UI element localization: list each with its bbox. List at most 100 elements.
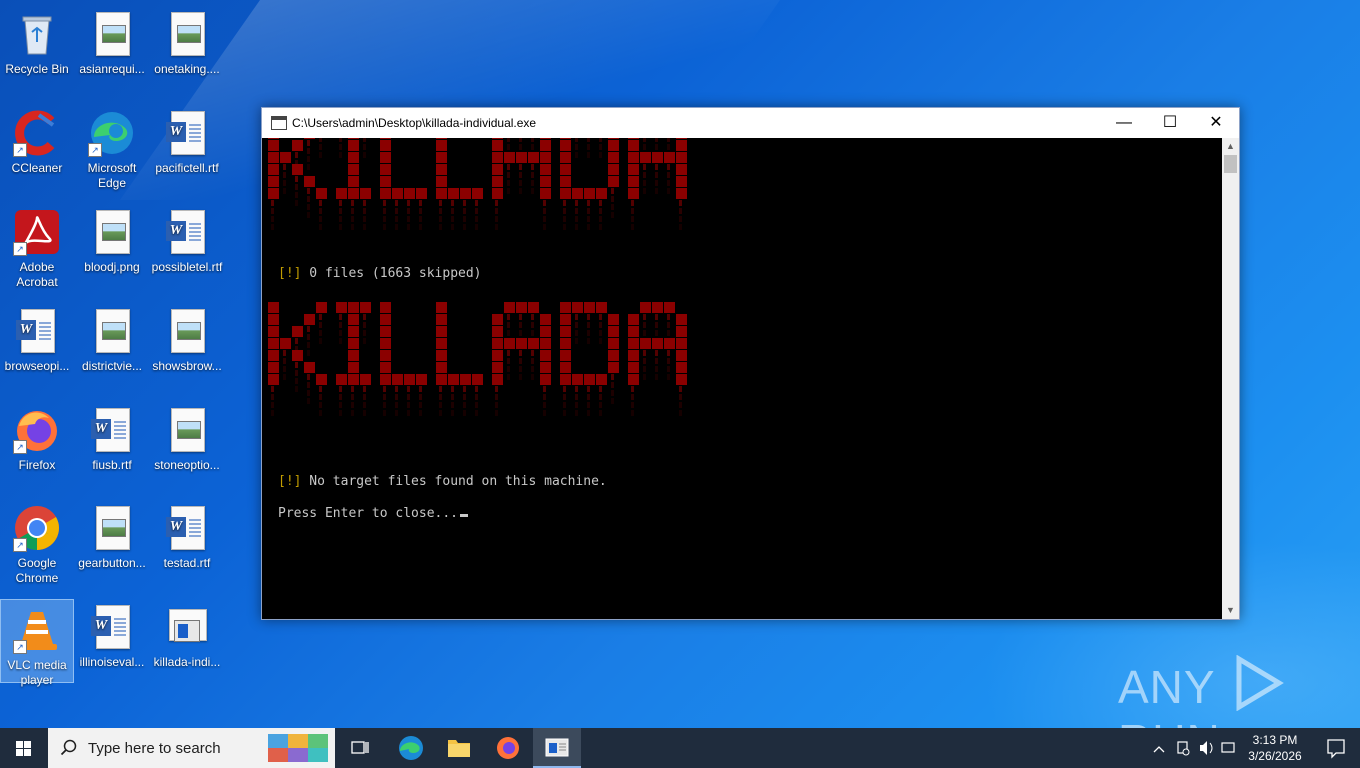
volume-icon[interactable] xyxy=(1200,741,1213,755)
banner-pixel xyxy=(304,362,315,373)
banner-drip xyxy=(495,200,498,206)
banner-drip xyxy=(307,390,310,396)
banner-drip xyxy=(507,374,510,380)
banner-pixel xyxy=(280,338,291,349)
desktop-icon-killada-indi[interactable]: killada-indi... xyxy=(151,597,223,669)
desktop-icon-firefox[interactable]: ↗ Firefox xyxy=(1,400,73,472)
banner-pixel xyxy=(268,164,279,175)
desktop-icon-label: Microsoft Edge xyxy=(87,161,137,190)
banner-drip xyxy=(667,188,670,194)
banner-drip xyxy=(475,216,478,222)
word-document-icon: W xyxy=(163,109,211,157)
banner-pixel xyxy=(628,140,639,151)
taskbar-clock[interactable]: 3:13 PM 3/26/2026 xyxy=(1240,732,1310,764)
scroll-up-arrow-icon[interactable]: ▲ xyxy=(1222,138,1239,155)
banner-pixel xyxy=(380,338,391,349)
banner-drip xyxy=(319,144,322,150)
banner-drip xyxy=(439,394,442,400)
banner-pixel xyxy=(348,152,359,163)
desktop-icon-google-chrome[interactable]: ↗ Google Chrome xyxy=(1,498,73,585)
banner-drip xyxy=(307,204,310,210)
banner-pixel xyxy=(628,338,639,349)
desktop-icon-label: VLC media player xyxy=(7,658,67,687)
desktop-icon-bloodj[interactable]: bloodj.png xyxy=(76,202,148,274)
banner-drip xyxy=(543,386,546,392)
desktop-icon-browseopi[interactable]: W browseopi... xyxy=(1,301,73,373)
scroll-down-arrow-icon[interactable]: ▼ xyxy=(1222,602,1239,619)
banner-drip xyxy=(463,200,466,206)
desktop-icon-label: asianrequi... xyxy=(79,62,145,76)
banner-drip xyxy=(319,152,322,158)
banner-drip xyxy=(655,366,658,372)
banner-pixel xyxy=(280,152,291,163)
desktop-icon-ccleaner[interactable]: ↗ CCleaner xyxy=(1,103,73,175)
banner-pixel xyxy=(492,362,503,373)
window-titlebar[interactable]: C:\Users\admin\Desktop\killada-individua… xyxy=(262,108,1239,138)
desktop-icon-vlc-media-player[interactable]: ↗ VLC media player xyxy=(0,599,74,687)
banner-drip xyxy=(643,330,646,336)
banner-drip xyxy=(587,386,590,392)
desktop-icon-gearbutton[interactable]: gearbutton... xyxy=(76,498,148,570)
banner-drip xyxy=(531,366,534,372)
banner-pixel xyxy=(572,302,583,313)
banner-drip xyxy=(363,144,366,150)
maximize-button[interactable]: ☐ xyxy=(1147,108,1193,138)
taskbar-firefox[interactable] xyxy=(484,728,532,768)
desktop-icon-pacifictell[interactable]: W pacifictell.rtf xyxy=(151,103,223,175)
minimize-button[interactable]: — xyxy=(1101,108,1147,138)
desktop-icon-fiusb[interactable]: W fiusb.rtf xyxy=(76,400,148,472)
banner-drip xyxy=(439,402,442,408)
banner-drip xyxy=(575,314,578,320)
ccleaner-icon: ↗ xyxy=(13,109,61,157)
network-icon[interactable] xyxy=(1177,741,1190,756)
console-output[interactable]: [!] 0 files (1663 skipped) [!] No target… xyxy=(262,138,1222,619)
banner-pixel xyxy=(540,374,551,385)
banner-pixel xyxy=(608,164,619,175)
desktop-icon-possibletel[interactable]: W possibletel.rtf xyxy=(151,202,223,274)
banner-drip xyxy=(643,172,646,178)
banner-drip xyxy=(295,152,298,158)
desktop-icon-stoneoptio[interactable]: stoneoptio... xyxy=(151,400,223,472)
taskbar-file-explorer[interactable] xyxy=(435,728,483,768)
desktop-icon-adobe-acrobat[interactable]: ↗ Adobe Acrobat xyxy=(1,202,73,289)
desktop-icon-onetaking[interactable]: onetaking.... xyxy=(151,4,223,76)
desktop-icon-label: Adobe Acrobat xyxy=(16,260,58,289)
desktop-icon-microsoft-edge[interactable]: ↗ Microsoft Edge xyxy=(76,103,148,190)
desktop-icon-asianrequi[interactable]: asianrequi... xyxy=(76,4,148,76)
chevron-up-icon[interactable] xyxy=(1153,746,1165,753)
task-view-button[interactable] xyxy=(336,728,384,768)
banner-drip xyxy=(295,378,298,384)
vertical-scrollbar[interactable]: ▲ ▼ xyxy=(1222,138,1239,619)
banner-drip xyxy=(679,208,682,214)
banner-pixel xyxy=(560,362,571,373)
desktop-icon-recycle-bin[interactable]: Recycle Bin xyxy=(1,4,73,76)
banner-drip xyxy=(667,172,670,178)
desktop-icon-illinoiseval[interactable]: W illinoiseval... xyxy=(76,597,148,669)
banner-drip xyxy=(319,330,322,336)
console-window[interactable]: C:\Users\admin\Desktop\killada-individua… xyxy=(261,107,1240,620)
banner-pixel xyxy=(540,314,551,325)
close-button[interactable]: ✕ xyxy=(1193,108,1239,138)
banner-pixel xyxy=(628,374,639,385)
banner-drip xyxy=(295,176,298,182)
desktop-icon-testad[interactable]: W testad.rtf xyxy=(151,498,223,570)
notifications-button[interactable] xyxy=(1312,728,1360,768)
taskbar-edge[interactable] xyxy=(387,728,435,768)
keyboard-icon[interactable] xyxy=(1221,742,1235,753)
banner-drip xyxy=(407,394,410,400)
taskbar-search-box[interactable]: Type here to search xyxy=(48,728,335,768)
desktop-icon-districtvie[interactable]: districtvie... xyxy=(76,301,148,373)
desktop-icon-showsbrow[interactable]: showsbrow... xyxy=(151,301,223,373)
banner-pixel xyxy=(516,152,527,163)
taskbar-console-app[interactable] xyxy=(533,728,581,768)
banner-drip xyxy=(563,386,566,392)
desktop-icon-label: Google Chrome xyxy=(15,556,59,585)
banner-drip xyxy=(363,200,366,206)
scroll-thumb[interactable] xyxy=(1224,155,1237,173)
banner-pixel xyxy=(676,374,687,385)
banner-drip xyxy=(507,350,510,356)
start-button[interactable] xyxy=(0,728,48,768)
banner-drip xyxy=(363,224,366,230)
banner-pixel xyxy=(676,338,687,349)
banner-drip xyxy=(655,350,658,356)
